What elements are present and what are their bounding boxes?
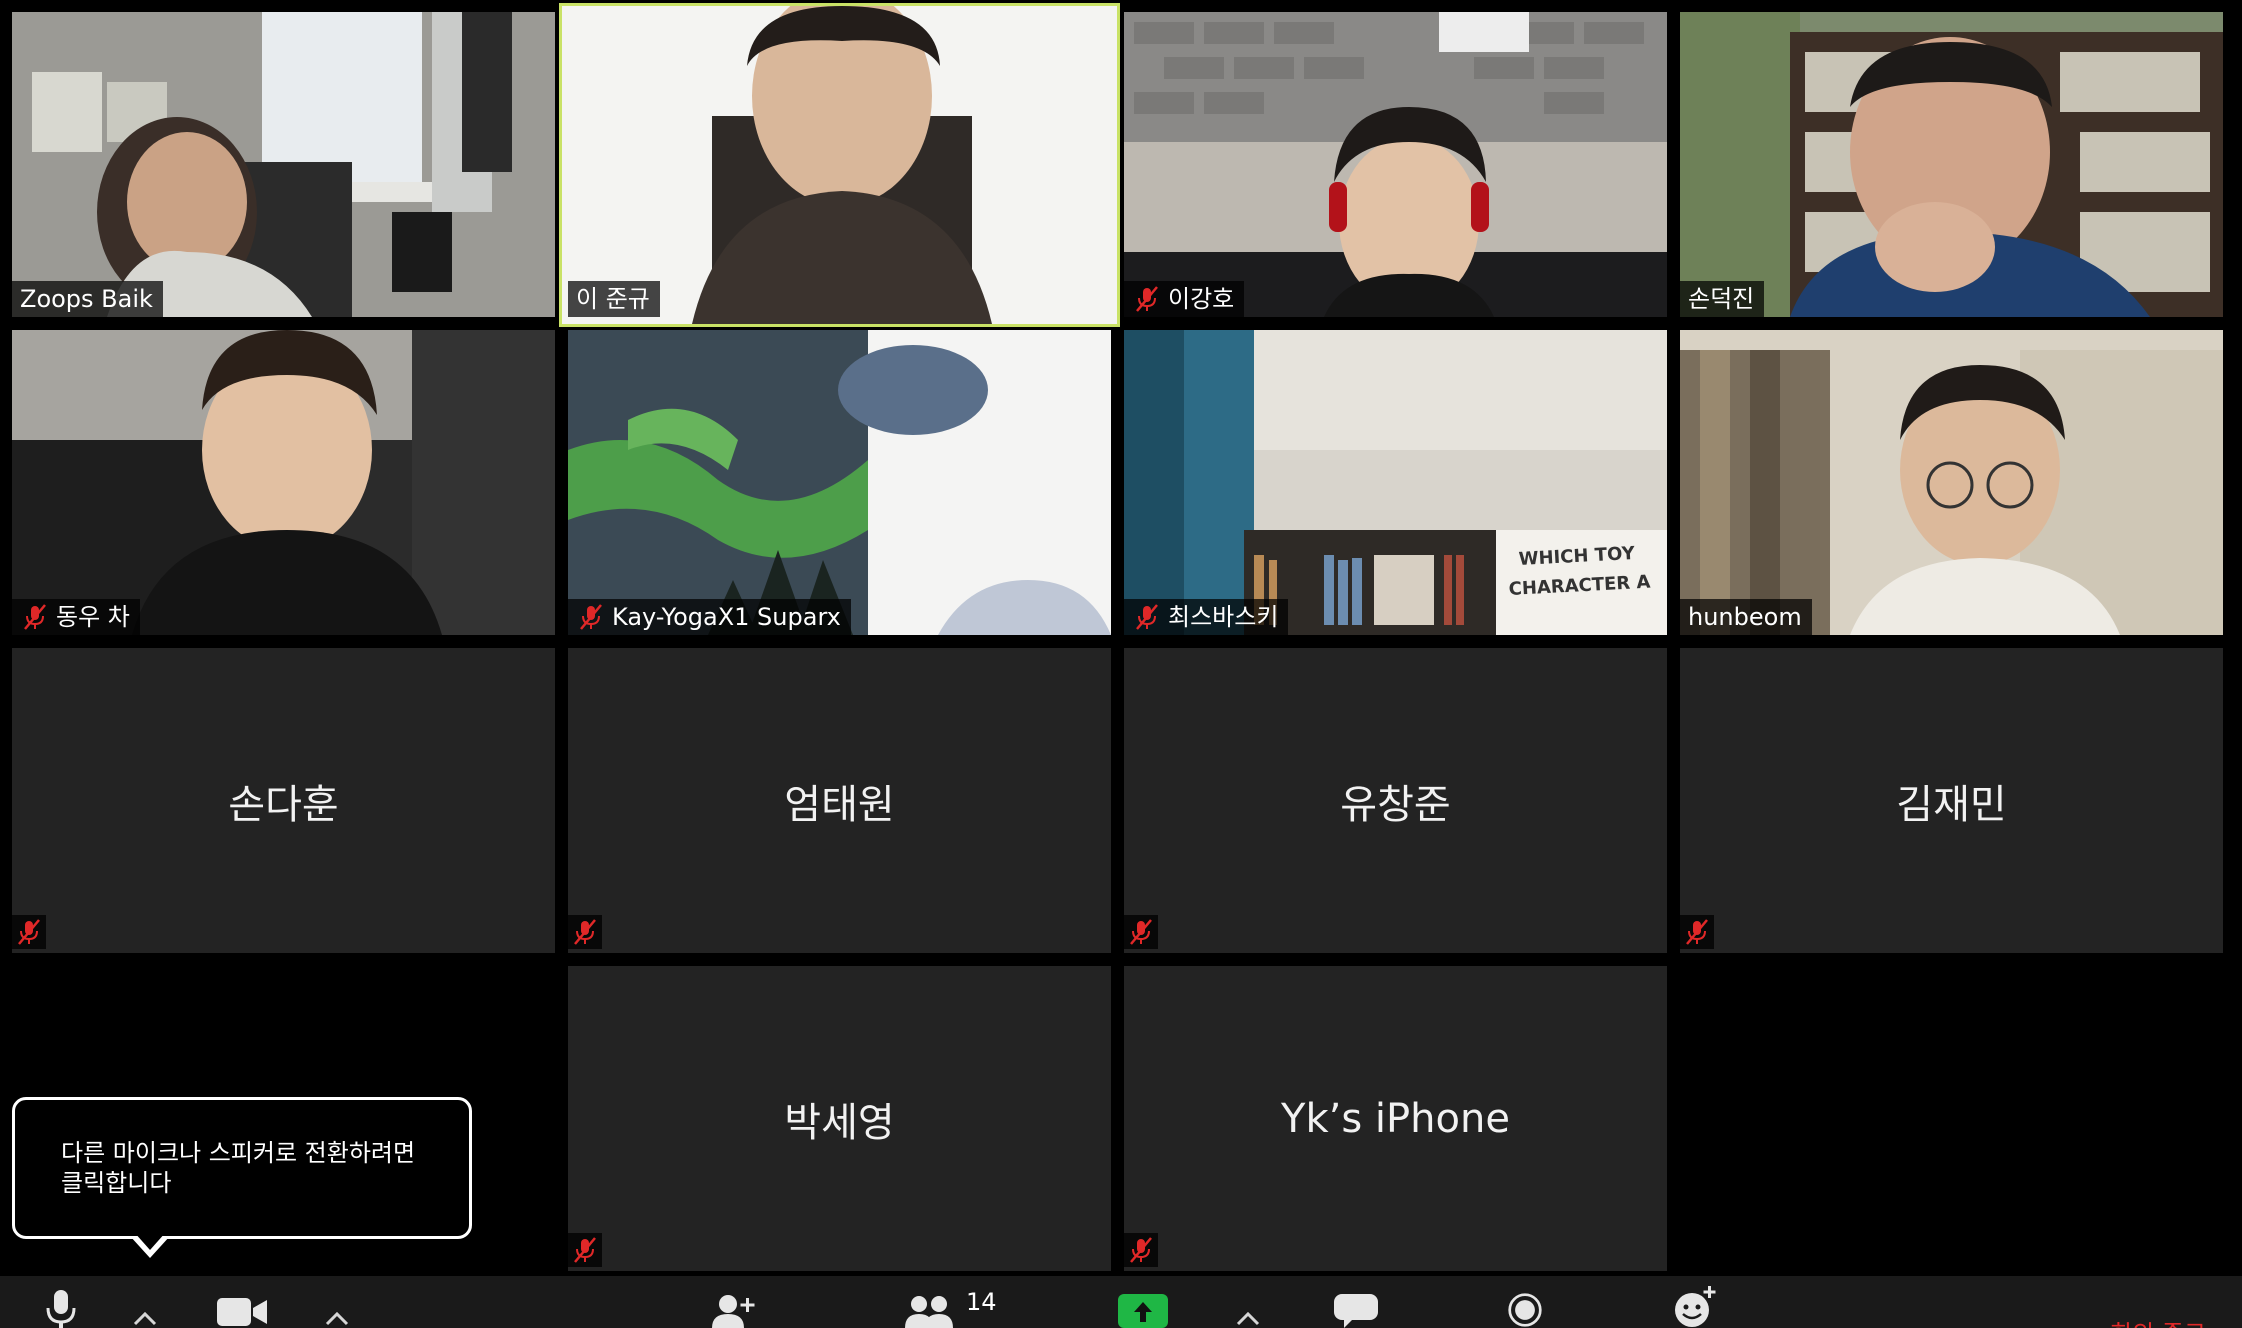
muted-mic-icon	[580, 604, 602, 630]
record-icon[interactable]	[1505, 1292, 1545, 1328]
participant-name: 손덕진	[1688, 285, 1755, 313]
participants-count: 14	[966, 1288, 997, 1316]
participant-name-label: 이 준규	[568, 281, 660, 317]
participant-name: Kay-YogaX1 Suparx	[612, 603, 841, 631]
muted-mic-indicator	[1680, 915, 1714, 949]
participant-name: Zoops Baik	[20, 285, 153, 313]
participant-video	[562, 6, 1117, 324]
participants-icon[interactable]	[905, 1294, 953, 1328]
video-tile-camera-off[interactable]: 손다훈	[12, 648, 555, 953]
participant-name: 이 준규	[576, 285, 650, 313]
muted-mic-icon	[24, 604, 46, 630]
video-camera-icon[interactable]	[217, 1296, 267, 1328]
muted-mic-icon	[1130, 1237, 1152, 1263]
participant-name-label: Zoops Baik	[12, 281, 163, 317]
participant-name-label: 손덕진	[1680, 281, 1765, 317]
muted-mic-indicator	[12, 915, 46, 949]
muted-mic-icon	[18, 919, 40, 945]
participant-video	[12, 330, 555, 635]
chat-icon[interactable]	[1334, 1294, 1378, 1328]
video-tile[interactable]	[12, 330, 555, 635]
video-tile[interactable]	[1680, 12, 2223, 317]
video-tile-camera-off[interactable]: Yk’s iPhone	[1124, 966, 1667, 1271]
participant-name-label: 이강호	[1124, 281, 1245, 317]
end-meeting-button[interactable]: 회의 종료	[2110, 1314, 2206, 1328]
participant-name: 동우 차	[56, 603, 130, 631]
video-tile-camera-off[interactable]: 박세영	[568, 966, 1111, 1271]
video-tile-camera-off[interactable]: 김재민	[1680, 648, 2223, 953]
audio-switch-tooltip[interactable]: 다른 마이크나 스피커로 전환하려면 클릭합니다	[12, 1097, 472, 1239]
share-screen-icon[interactable]	[1118, 1294, 1168, 1328]
video-tile-camera-off[interactable]: 엄태원	[568, 648, 1111, 953]
participant-name: 이강호	[1168, 285, 1235, 313]
tooltip-text-line: 클릭합니다	[61, 1169, 172, 1197]
muted-mic-indicator	[1124, 915, 1158, 949]
participant-name: 엄태원	[784, 781, 895, 828]
participant-name: Yk’s iPhone	[1281, 1095, 1510, 1142]
participant-video	[1124, 12, 1667, 317]
participant-name: hunbeom	[1688, 603, 1802, 631]
video-grid: WHICH TOY CHARACTER A 손다훈 엄태원 유창준 김재민 박세…	[0, 0, 2242, 1276]
muted-mic-icon	[1686, 919, 1708, 945]
muted-mic-indicator	[1124, 1233, 1158, 1267]
reactions-emoji-icon[interactable]	[1672, 1286, 1716, 1328]
participant-video	[1680, 330, 2223, 635]
microphone-icon[interactable]	[44, 1290, 78, 1328]
tooltip-pointer	[130, 1232, 170, 1258]
participant-name-label: 최스바스키	[1124, 599, 1289, 635]
muted-mic-indicator	[568, 915, 602, 949]
video-options-chevron-up-icon[interactable]	[324, 1310, 350, 1326]
muted-mic-icon	[574, 1237, 596, 1263]
muted-mic-icon	[1130, 919, 1152, 945]
video-tile[interactable]	[1680, 330, 2223, 635]
participant-video	[1680, 12, 2223, 317]
participant-name: 유창준	[1340, 781, 1451, 828]
muted-mic-icon	[1136, 604, 1158, 630]
muted-mic-indicator	[568, 1233, 602, 1267]
participant-name: 손다훈	[228, 781, 339, 828]
video-tile[interactable]	[12, 12, 555, 317]
invite-user-icon[interactable]	[712, 1294, 756, 1328]
participant-name-label: 동우 차	[12, 599, 140, 635]
video-tile[interactable]	[1124, 12, 1667, 317]
audio-options-chevron-up-icon[interactable]	[132, 1310, 158, 1326]
video-tile[interactable]	[568, 330, 1111, 635]
video-tile[interactable]: WHICH TOY CHARACTER A	[1124, 330, 1667, 635]
participant-video	[568, 330, 1111, 635]
participant-name: 김재민	[1896, 781, 2007, 828]
participant-name-label: Kay-YogaX1 Suparx	[568, 599, 851, 635]
muted-mic-icon	[574, 919, 596, 945]
muted-mic-icon	[1136, 286, 1158, 312]
meeting-toolbar: 14 회의 종료	[0, 1276, 2242, 1328]
video-tile-active-speaker[interactable]	[559, 3, 1120, 327]
video-tile-camera-off[interactable]: 유창준	[1124, 648, 1667, 953]
participant-video: WHICH TOY CHARACTER A	[1124, 330, 1667, 635]
participant-name: 최스바스키	[1168, 603, 1279, 631]
participant-name: 박세영	[784, 1099, 895, 1146]
tooltip-text-line: 다른 마이크나 스피커로 전환하려면	[61, 1139, 416, 1167]
participant-name-label: hunbeom	[1680, 599, 1812, 635]
share-options-chevron-up-icon[interactable]	[1235, 1310, 1261, 1326]
participant-video	[12, 12, 555, 317]
